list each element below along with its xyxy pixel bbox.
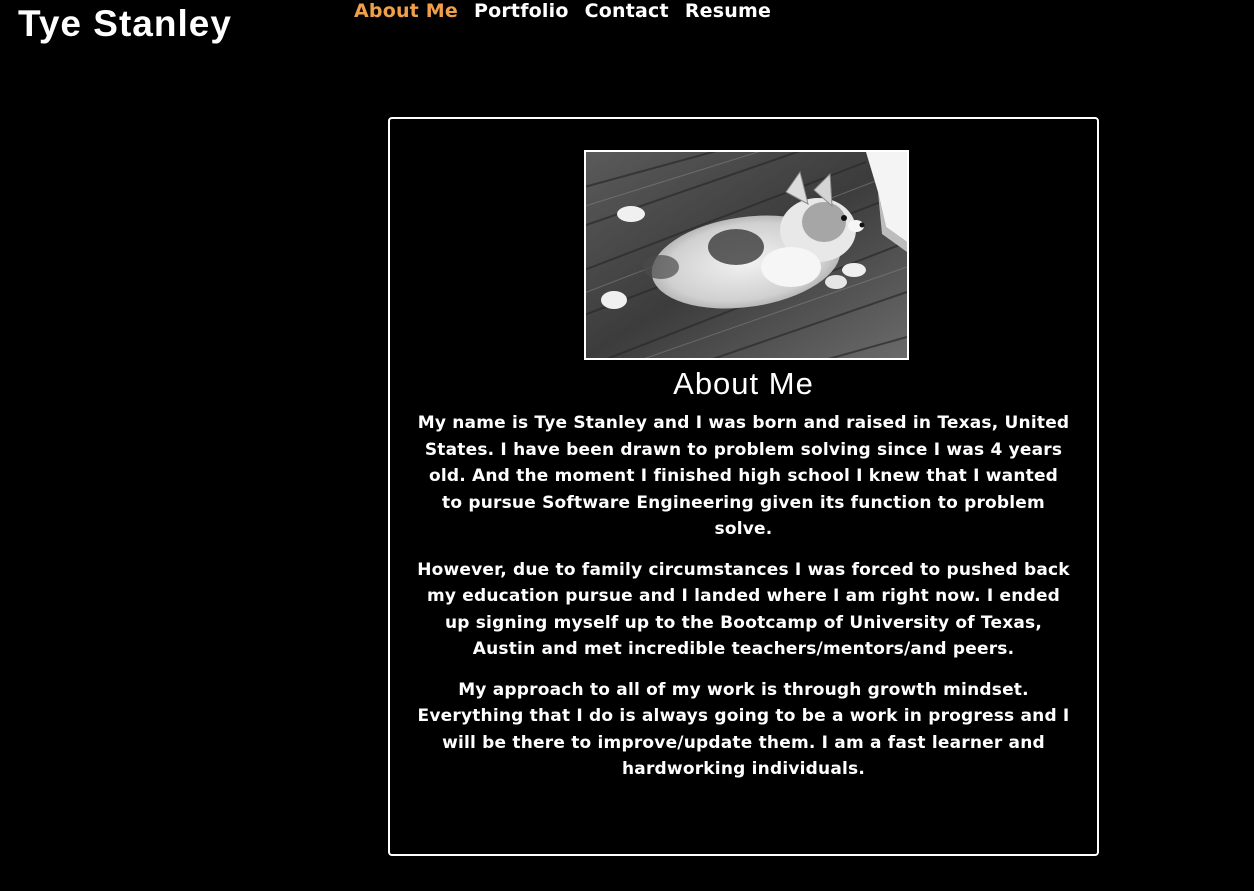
site-title: Tye Stanley	[18, 3, 232, 44]
main-nav: About Me Portfolio Contact Resume	[354, 0, 787, 24]
bio-paragraph-2: However, due to family circumstances I w…	[417, 559, 1070, 660]
corgi-photo-image	[586, 152, 907, 358]
bio-text: My name is Tye Stanley and I was born an…	[416, 410, 1071, 797]
nav-about-me[interactable]: About Me	[354, 0, 458, 24]
bio-paragraph-1: My name is Tye Stanley and I was born an…	[417, 413, 1070, 539]
nav-contact[interactable]: Contact	[585, 0, 669, 24]
bio-paragraph-3: My approach to all of my work is through…	[417, 679, 1070, 780]
about-heading: About Me	[673, 366, 814, 401]
about-card: About Me My name is Tye Stanley and I wa…	[388, 117, 1099, 856]
nav-portfolio[interactable]: Portfolio	[474, 0, 569, 24]
nav-resume[interactable]: Resume	[685, 0, 771, 24]
profile-photo	[584, 150, 909, 360]
